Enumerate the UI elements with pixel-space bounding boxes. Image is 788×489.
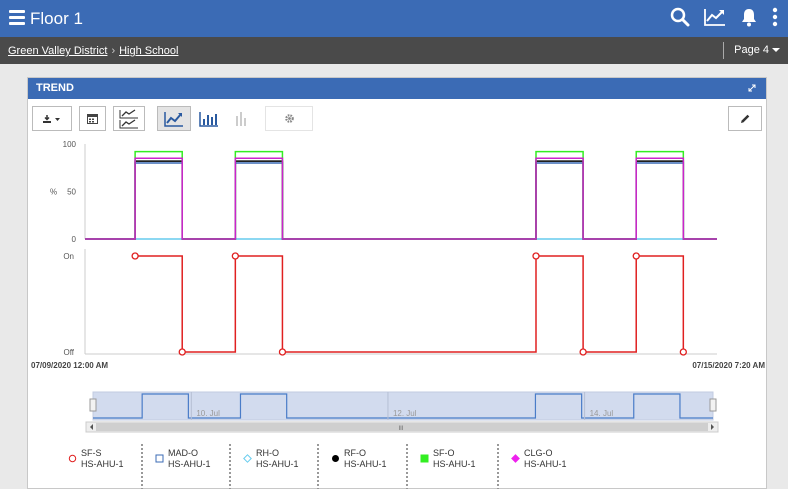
x-start-label: 07/09/2020 12:00 AM <box>31 361 108 370</box>
page-selector-label: Page 4 <box>734 44 769 56</box>
page-selector[interactable]: Page 4 <box>723 42 788 59</box>
more-vertical-icon[interactable] <box>772 7 778 27</box>
analog-tick-label: 50 <box>67 188 76 197</box>
navigator-left-handle <box>89 398 97 412</box>
legend-marker-icon <box>420 454 429 463</box>
legend-equipment-name: HS-AHU-1 <box>168 459 211 469</box>
navigator-right-handle <box>709 398 717 412</box>
sf-s-point <box>679 348 687 356</box>
breadcrumb-bar: Green Valley District › High School Page 4 <box>0 37 788 64</box>
series-line-clg-o <box>85 157 717 240</box>
caret-down-icon <box>772 48 780 53</box>
drag-handle-icon[interactable] <box>141 444 146 489</box>
series-line-mad-o <box>85 162 717 240</box>
app-header: Floor 1 <box>0 0 788 37</box>
navigator-date-label: 14. Jul <box>590 409 614 418</box>
legend-marker-icon <box>332 455 339 462</box>
breadcrumb-separator: › <box>111 45 116 57</box>
legend-equipment-name: HS-AHU-1 <box>524 459 567 469</box>
legend-equipment-name: HS-AHU-1 <box>344 459 387 469</box>
sf-s-point <box>579 348 587 356</box>
digital-off-label: Off <box>63 348 74 357</box>
analog-ylabel: % <box>50 188 57 197</box>
legend-point-name: CLG-O <box>524 448 553 458</box>
analog-tick-label: 100 <box>63 140 77 149</box>
sf-s-point <box>178 348 186 356</box>
legend-point-name: SF-S <box>81 448 102 458</box>
breadcrumb: Green Valley District › High School <box>8 45 178 57</box>
legend-equipment-name: HS-AHU-1 <box>433 459 476 469</box>
drag-handle-icon[interactable] <box>229 444 234 489</box>
breadcrumb-school-link[interactable]: High School <box>119 45 178 57</box>
scrollbar-grip: III <box>398 426 403 432</box>
series-line-sf-o <box>85 150 717 240</box>
navigator-date-label: 12. Jul <box>393 409 417 418</box>
analog-tick-label: 0 <box>72 235 77 244</box>
navigator-date-label: 10. Jul <box>196 409 220 418</box>
legend-marker-icon <box>68 454 77 463</box>
legend-point-name: RH-O <box>256 448 279 458</box>
hamburger-icon[interactable] <box>9 10 25 25</box>
sf-s-point <box>632 252 640 260</box>
drag-handle-icon[interactable] <box>406 444 411 489</box>
legend-equipment-name: HS-AHU-1 <box>256 459 299 469</box>
x-end-label: 07/15/2020 7:20 AM <box>692 361 765 370</box>
trend-icon[interactable] <box>704 7 726 27</box>
sf-s-point <box>532 252 540 260</box>
trend-chart[interactable]: 100 50 0% On Off 07/09/2020 12:00 AM 07/15/202… <box>28 78 768 438</box>
legend-marker-icon <box>511 454 520 463</box>
breadcrumb-district-link[interactable]: Green Valley District <box>8 45 107 57</box>
bell-icon[interactable] <box>740 7 758 27</box>
legend-equipment-name: HS-AHU-1 <box>81 459 124 469</box>
digital-on-label: On <box>63 252 74 261</box>
trend-panel: TREND 100 50 0% On Off 07/09/2020 12:00 AM 07/… <box>27 77 767 489</box>
sf-s-point <box>131 252 139 260</box>
legend-marker-icon <box>243 454 252 463</box>
drag-handle-icon[interactable] <box>317 444 322 489</box>
series-line-sf-s <box>135 255 685 353</box>
legend-point-name: RF-O <box>344 448 366 458</box>
sf-s-point <box>278 348 287 356</box>
legend-point-name: SF-O <box>433 448 455 458</box>
search-icon[interactable] <box>670 7 690 27</box>
series-line-rf-o <box>85 160 717 240</box>
legend-marker-icon <box>155 454 164 463</box>
sf-s-point <box>231 252 239 260</box>
drag-handle-icon[interactable] <box>497 444 502 489</box>
page-title: Floor 1 <box>30 9 83 28</box>
legend-point-name: MAD-O <box>168 448 198 458</box>
